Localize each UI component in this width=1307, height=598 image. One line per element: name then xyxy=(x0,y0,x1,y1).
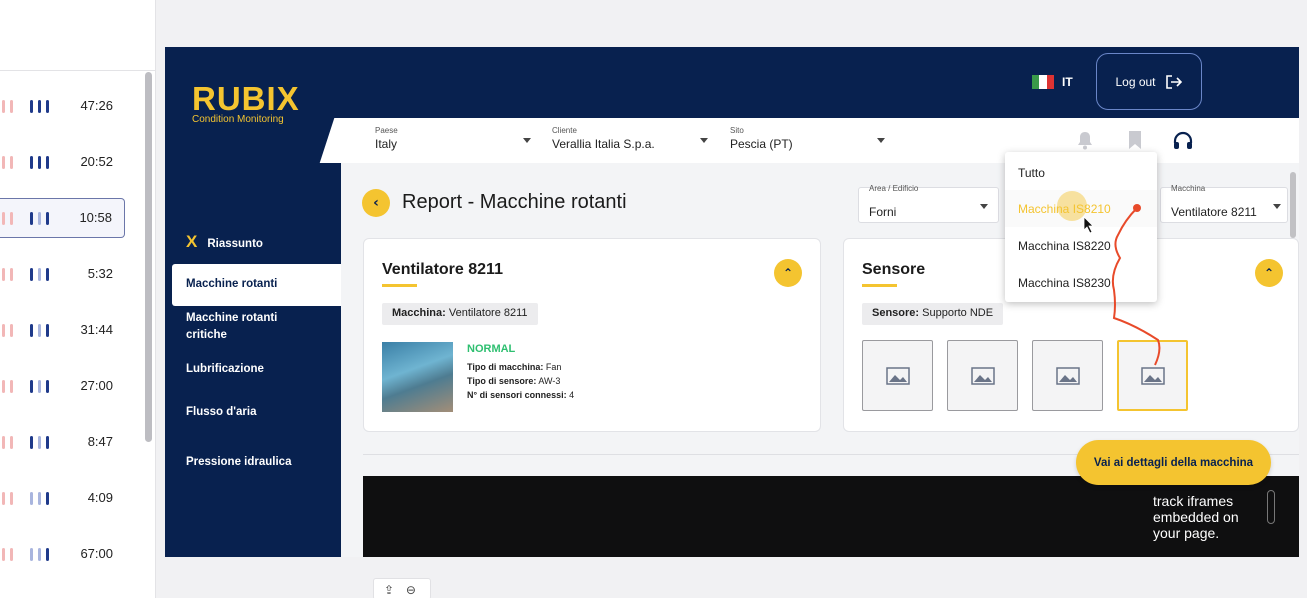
chevron-down-icon xyxy=(1273,204,1281,209)
area-select[interactable]: Area / Edificio Forni xyxy=(858,184,999,223)
machine-card: Ventilatore 8211 ⌃ Macchina: Ventilatore… xyxy=(363,238,821,432)
headset-icon[interactable] xyxy=(1172,130,1194,152)
sidebar-item-riassunto[interactable]: X Riassunto xyxy=(186,233,263,253)
page-title: Report - Macchine rotanti xyxy=(402,191,627,213)
session-duration: 67:00 xyxy=(80,546,113,561)
back-button[interactable]: ‹ xyxy=(362,189,390,217)
chevron-down-icon xyxy=(523,138,531,143)
logo-wordmark: RUBIX xyxy=(192,80,300,117)
sidebar-item-macchine-rotanti-critiche[interactable]: Macchine rotanti critiche xyxy=(186,310,296,344)
bell-icon[interactable] xyxy=(1076,130,1094,150)
chevron-up-icon: ⌃ xyxy=(1263,266,1275,280)
session-duration: 4:09 xyxy=(87,490,113,505)
sidebar-item-flusso-aria[interactable]: Flusso d'aria xyxy=(186,404,256,421)
sidebar: X Riassunto Macchine rotanti Macchine rot… xyxy=(165,163,341,557)
replay-toolbar: ⇪ ⊖ xyxy=(373,578,431,598)
video-caption: track iframes embedded on your page. xyxy=(1153,493,1239,541)
client-select[interactable]: Cliente Verallia Italia S.p.a. xyxy=(552,126,655,151)
country-select[interactable]: Paese Italy xyxy=(375,126,398,151)
session-duration: 10:58 xyxy=(79,210,112,225)
session-row[interactable]: 67:00 xyxy=(0,535,125,575)
collapse-machine-card-button[interactable]: ⌃ xyxy=(774,259,802,287)
session-duration: 20:52 xyxy=(80,154,113,169)
session-duration: 8:47 xyxy=(87,434,113,449)
rubix-logo: RUBIX Condition Monitoring xyxy=(192,80,302,126)
session-row[interactable]: 5:32 xyxy=(0,255,125,295)
sidebar-item-macchine-rotanti[interactable]: Macchine rotanti xyxy=(172,264,341,306)
machine-tag: Macchina: Ventilatore 8211 xyxy=(382,303,538,325)
session-row[interactable]: 8:47 xyxy=(0,423,125,463)
chevron-down-icon xyxy=(980,204,988,209)
session-row[interactable]: 20:52 xyxy=(0,143,125,183)
collapse-sensor-card-button[interactable]: ⌃ xyxy=(1255,259,1283,287)
app-scrollbar[interactable] xyxy=(1290,172,1296,238)
chevron-up-icon: ⌃ xyxy=(782,266,794,280)
session-row[interactable]: 47:26 xyxy=(0,87,125,127)
session-list-header xyxy=(0,0,155,71)
language-selector[interactable]: IT xyxy=(1032,75,1073,89)
logout-icon xyxy=(1165,74,1182,89)
menu-item-tutto[interactable]: Tutto xyxy=(1005,154,1157,191)
site-select[interactable]: Sito Pescia (PT) xyxy=(730,126,793,151)
bookmark-icon[interactable] xyxy=(1127,130,1143,150)
video-scrollbar[interactable] xyxy=(1267,490,1275,524)
machine-photo xyxy=(382,342,453,412)
italy-flag-icon xyxy=(1032,75,1054,89)
sensor-thumbnail[interactable] xyxy=(947,340,1018,411)
image-placeholder-icon xyxy=(885,366,910,385)
session-row[interactable]: 27:00 xyxy=(0,367,125,407)
image-placeholder-icon xyxy=(970,366,995,385)
embedded-video[interactable]: track iframes embedded on your page. xyxy=(363,476,1299,557)
session-duration: 47:26 xyxy=(80,98,113,113)
zoom-out-icon[interactable]: ⊖ xyxy=(406,583,416,597)
session-duration: 31:44 xyxy=(80,322,113,337)
session-duration: 5:32 xyxy=(87,266,113,281)
machine-card-title: Ventilatore 8211 xyxy=(382,261,503,278)
logout-label: Log out xyxy=(1115,74,1156,89)
language-code: IT xyxy=(1062,75,1073,89)
sidebar-item-lubrificazione[interactable]: Lubrificazione xyxy=(186,361,264,378)
chevron-left-icon: ‹ xyxy=(373,195,379,211)
sensor-thumbnail[interactable] xyxy=(862,340,933,411)
session-list-scrollbar[interactable] xyxy=(145,72,152,442)
session-row[interactable]: 4:09 xyxy=(0,479,125,519)
sensor-tag: Sensore: Supporto NDE xyxy=(862,303,1004,325)
machine-details-button[interactable]: Vai ai dettagli della macchina xyxy=(1076,440,1271,485)
sensor-card-title: Sensore xyxy=(862,261,926,278)
chevron-down-icon xyxy=(700,138,708,143)
cursor-trail xyxy=(1057,191,1161,366)
session-row[interactable]: 31:44 xyxy=(0,311,125,351)
logout-button[interactable]: Log out xyxy=(1096,53,1202,110)
machine-details: Tipo di macchina: Fan Tipo di sensore: A… xyxy=(467,362,575,400)
session-row[interactable]: 10:58 xyxy=(0,198,125,238)
machine-status: NORMAL xyxy=(467,343,516,355)
rubix-x-icon: X xyxy=(186,232,198,251)
session-duration: 27:00 xyxy=(80,378,113,393)
share-icon[interactable]: ⇪ xyxy=(384,583,394,597)
chevron-down-icon xyxy=(877,138,885,143)
sidebar-item-pressione-idraulica[interactable]: Pressione idraulica xyxy=(186,454,291,471)
